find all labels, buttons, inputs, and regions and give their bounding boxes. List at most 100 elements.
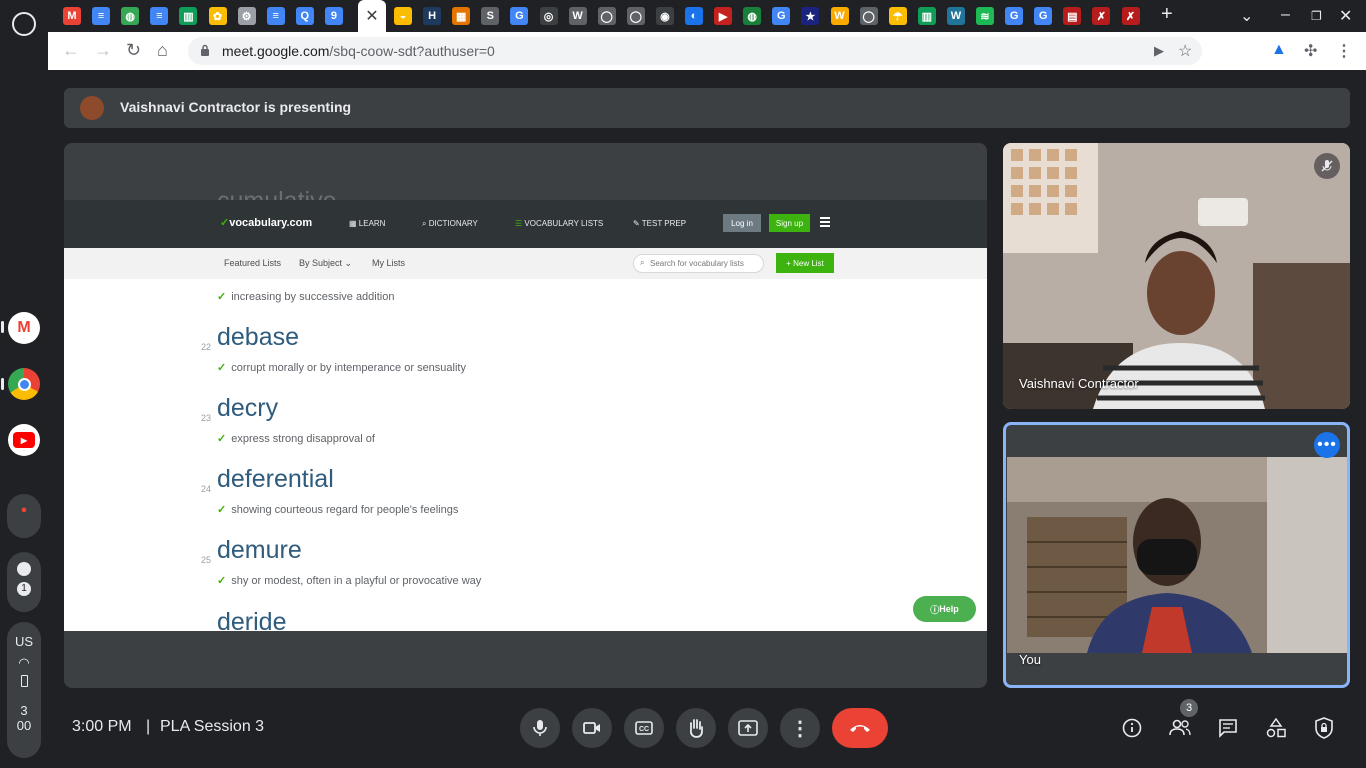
- captions-button[interactable]: CC: [624, 708, 664, 748]
- tab-favicon-icon[interactable]: ▤: [1063, 7, 1082, 25]
- nav-vocabulary-lists[interactable]: ☰ VOCABULARY LISTS: [515, 219, 603, 228]
- tab-search-icon[interactable]: ⌄: [1240, 6, 1253, 26]
- gmail-app-icon[interactable]: M: [8, 312, 40, 344]
- forward-icon[interactable]: →: [94, 40, 112, 60]
- nav-dictionary[interactable]: ⌕ DICTIONARY: [422, 219, 478, 229]
- tab-favicon-icon[interactable]: ≡: [266, 7, 285, 25]
- participant-tile-self[interactable]: ••• You: [1003, 422, 1350, 688]
- tab-favicon-icon[interactable]: ◍: [121, 7, 140, 25]
- hamburger-icon[interactable]: [820, 217, 830, 227]
- status-tray[interactable]: US ◠ 3 00: [7, 622, 41, 758]
- tab-favicon-icon[interactable]: ☂: [888, 7, 907, 25]
- close-window-icon[interactable]: ✕: [1339, 6, 1352, 26]
- tab-favicon-icon[interactable]: ◒: [394, 7, 412, 25]
- tab-favicon-icon[interactable]: ✗: [1121, 7, 1140, 25]
- entry-word[interactable]: decry: [217, 394, 278, 423]
- tab-favicon-icon[interactable]: M: [63, 7, 81, 25]
- tab-favicon-icon[interactable]: ▦: [452, 7, 471, 25]
- present-screen-icon: [738, 720, 758, 736]
- grid-icon: ▦: [349, 219, 359, 228]
- tab-favicon-icon[interactable]: G: [772, 7, 791, 25]
- youtube-app-icon[interactable]: ▶: [8, 424, 40, 456]
- new-list-button[interactable]: + New List: [776, 253, 834, 273]
- tab-favicon-icon[interactable]: ◯: [597, 7, 616, 25]
- clock-minute: 00: [16, 718, 32, 733]
- tab-favicon-icon[interactable]: ▥: [917, 7, 936, 25]
- tab-favicon-icon[interactable]: ◐: [685, 7, 703, 25]
- holding-space-pod[interactable]: ●: [7, 494, 41, 538]
- tab-favicon-icon[interactable]: Q: [295, 7, 314, 25]
- login-button[interactable]: Log in: [723, 214, 761, 232]
- raise-hand-button[interactable]: [676, 708, 716, 748]
- minimize-icon[interactable]: –: [1281, 6, 1290, 24]
- camera-in-use-icon[interactable]: ▶: [1154, 43, 1164, 59]
- tab-favicon-icon[interactable]: ✿: [208, 7, 227, 25]
- address-bar[interactable]: meet.google.com/sbq-coow-sdt?authuser=0 …: [188, 37, 1202, 65]
- entry-word[interactable]: demure: [217, 536, 302, 565]
- clock-hour: 3: [20, 703, 28, 718]
- tab-favicon-icon[interactable]: ◎: [539, 7, 558, 25]
- tab-favicon-icon[interactable]: ◉: [655, 7, 674, 25]
- tab-favicon-icon[interactable]: ⚙: [237, 7, 256, 25]
- nav-test-prep[interactable]: ✎ TEST PREP: [633, 219, 686, 228]
- more-options-button[interactable]: ⋮: [780, 708, 820, 748]
- meeting-name: PLA Session 3: [160, 718, 265, 735]
- chrome-app-icon[interactable]: [8, 368, 40, 400]
- entry-word[interactable]: debase: [217, 323, 299, 352]
- bookmark-star-icon[interactable]: ☆: [1178, 41, 1192, 61]
- restore-icon[interactable]: ❐: [1311, 9, 1322, 23]
- meeting-details-button[interactable]: [1114, 710, 1150, 746]
- presenting-banner: Vaishnavi Contractor is presenting: [64, 88, 1350, 128]
- more-options-icon[interactable]: •••: [1314, 432, 1340, 458]
- running-indicator: [1, 378, 4, 390]
- participant-count-badge: 3: [1180, 699, 1198, 717]
- tab-favicon-icon[interactable]: H: [423, 7, 442, 25]
- tab-favicon-icon[interactable]: W: [568, 7, 587, 25]
- microphone-button[interactable]: [520, 708, 560, 748]
- tab-favicon-icon[interactable]: W: [946, 7, 965, 25]
- tab-favicon-icon[interactable]: ◯: [859, 7, 878, 25]
- reload-icon[interactable]: ↻: [126, 40, 141, 60]
- tab-favicon-icon[interactable]: ✗: [1092, 7, 1111, 25]
- tab-favicon-icon[interactable]: ★: [801, 7, 820, 25]
- active-tab-close-icon[interactable]: ✕: [358, 0, 386, 32]
- vocab-search-input[interactable]: ⌕ Search for vocabulary lists: [633, 254, 764, 273]
- launcher-icon[interactable]: [12, 12, 36, 36]
- more-vert-icon: ⋮: [790, 717, 810, 740]
- tab-favicon-icon[interactable]: S: [481, 7, 500, 25]
- nav-learn[interactable]: ▦ LEARN: [349, 219, 385, 228]
- subnav-featured[interactable]: Featured Lists: [224, 258, 281, 268]
- tab-favicon-icon[interactable]: ◍: [743, 7, 762, 25]
- subnav-my-lists[interactable]: My Lists: [372, 258, 405, 268]
- tab-favicon-icon[interactable]: ▶: [714, 7, 733, 25]
- extensions-puzzle-icon[interactable]: ✣: [1304, 41, 1317, 61]
- tab-favicon-icon[interactable]: ≡: [92, 7, 111, 25]
- tab-favicon-icon[interactable]: G: [510, 7, 529, 25]
- tab-favicon-icon[interactable]: G: [1034, 7, 1053, 25]
- home-icon[interactable]: ⌂: [157, 40, 168, 60]
- back-icon[interactable]: ←: [62, 40, 80, 60]
- browser-menu-icon[interactable]: ⋮: [1336, 41, 1352, 61]
- help-button[interactable]: ⓘ Help: [913, 596, 976, 622]
- chat-button[interactable]: [1210, 710, 1246, 746]
- leave-call-button[interactable]: [832, 708, 888, 748]
- host-controls-button[interactable]: [1306, 710, 1342, 746]
- subnav-by-subject[interactable]: By Subject ⌄: [299, 258, 352, 269]
- tab-favicon-icon[interactable]: ≋: [976, 7, 994, 25]
- participant-tile-presenter[interactable]: Vaishnavi Contractor: [1003, 143, 1350, 409]
- new-tab-icon[interactable]: +: [1161, 3, 1173, 26]
- notification-pod[interactable]: 1: [7, 552, 41, 612]
- signup-button[interactable]: Sign up: [769, 214, 810, 232]
- presentation-stage[interactable]: cumulative ✓vocabulary.com ▦ LEARN ⌕ DIC…: [64, 143, 987, 688]
- tab-favicon-icon[interactable]: G: [1005, 7, 1024, 25]
- present-now-button[interactable]: [728, 708, 768, 748]
- tab-favicon-icon[interactable]: W: [830, 7, 849, 25]
- tab-favicon-icon[interactable]: ▥: [179, 7, 198, 25]
- tab-favicon-icon[interactable]: 9: [324, 7, 343, 25]
- extension-app-icon[interactable]: ▲: [1271, 41, 1287, 59]
- entry-word[interactable]: deferential: [217, 465, 334, 494]
- tab-favicon-icon[interactable]: ◯: [626, 7, 645, 25]
- camera-button[interactable]: [572, 708, 612, 748]
- tab-favicon-icon[interactable]: ≡: [150, 7, 169, 25]
- activities-button[interactable]: [1258, 710, 1294, 746]
